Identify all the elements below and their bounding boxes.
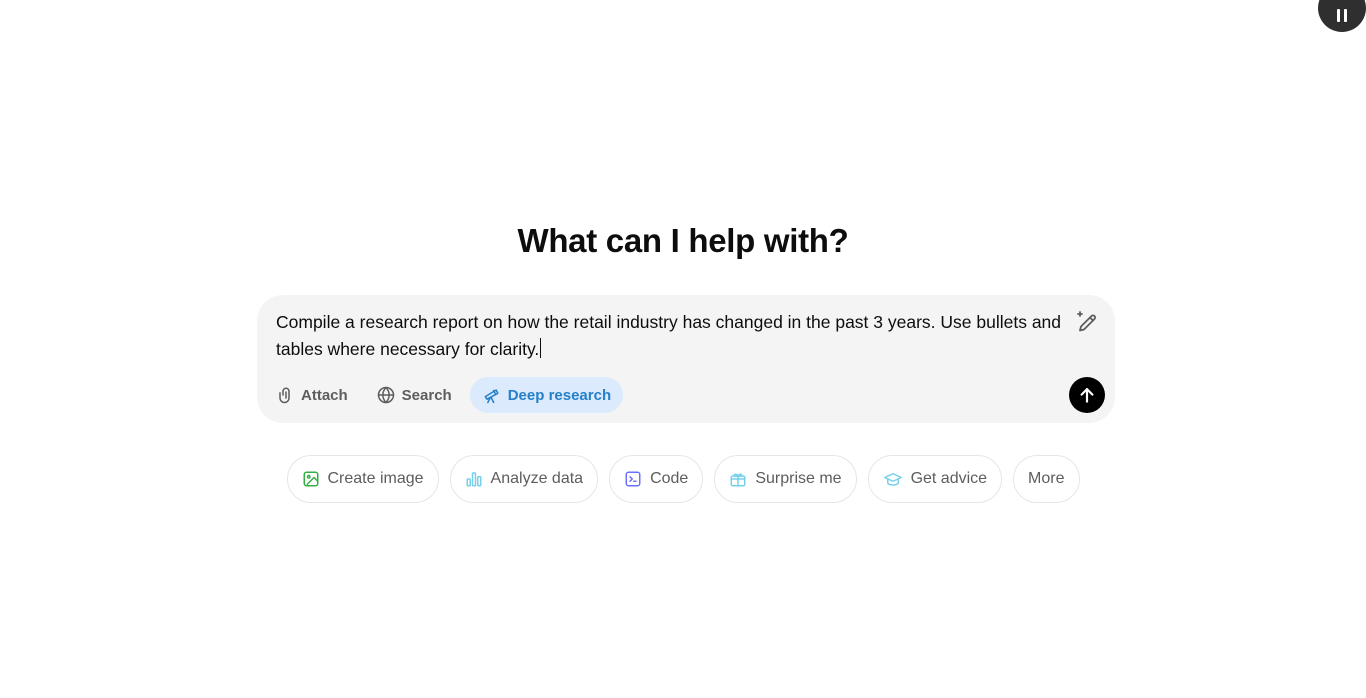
surprise-me-label: Surprise me [755,470,842,487]
get-advice-chip[interactable]: Get advice [867,455,1003,503]
get-advice-label: Get advice [910,470,988,487]
suggestion-chips: Create image Analyze data Code Surprise … [0,455,1366,503]
arrow-up-icon [1080,388,1094,403]
create-image-chip[interactable]: Create image [286,455,439,503]
prompt-text: Compile a research report on how the ret… [276,312,1062,359]
gift-icon [730,473,746,487]
more-chip[interactable]: More [1013,455,1080,503]
search-button[interactable]: Search [366,377,462,413]
attach-label: Attach [301,386,348,404]
graduation-cap-icon [883,473,902,486]
search-label: Search [401,386,452,404]
pencil-sparkle-icon [1077,311,1096,332]
attach-button[interactable]: Attach [267,377,358,413]
telescope-icon [484,389,499,404]
analyze-data-chip[interactable]: Analyze data [449,455,599,503]
pause-icon [1337,8,1340,22]
bar-chart-icon [466,472,482,487]
paperclip-icon [279,387,290,404]
globe-icon [377,386,394,404]
terminal-icon [625,471,641,487]
send-button[interactable] [1069,377,1105,413]
pause-button[interactable] [1318,0,1366,32]
prompt-input[interactable]: Compile a research report on how the ret… [276,309,1066,363]
surprise-me-chip[interactable]: Surprise me [714,455,857,503]
page-title: What can I help with? [517,222,849,259]
analyze-data-label: Analyze data [490,470,584,487]
composer-toolbar: Attach Search Deep research [267,377,631,413]
edit-prompt-button[interactable] [1075,309,1099,333]
text-caret [540,338,542,358]
deep-research-button[interactable]: Deep research [469,377,624,413]
more-label: More [1028,470,1065,487]
prompt-composer: Compile a research report on how the ret… [257,295,1115,423]
page: What can I help with? Compile a research… [0,0,1366,698]
code-label: Code [650,470,689,487]
deep-research-label: Deep research [507,386,612,404]
code-chip[interactable]: Code [609,455,704,503]
create-image-label: Create image [327,470,424,487]
image-icon [303,471,318,487]
